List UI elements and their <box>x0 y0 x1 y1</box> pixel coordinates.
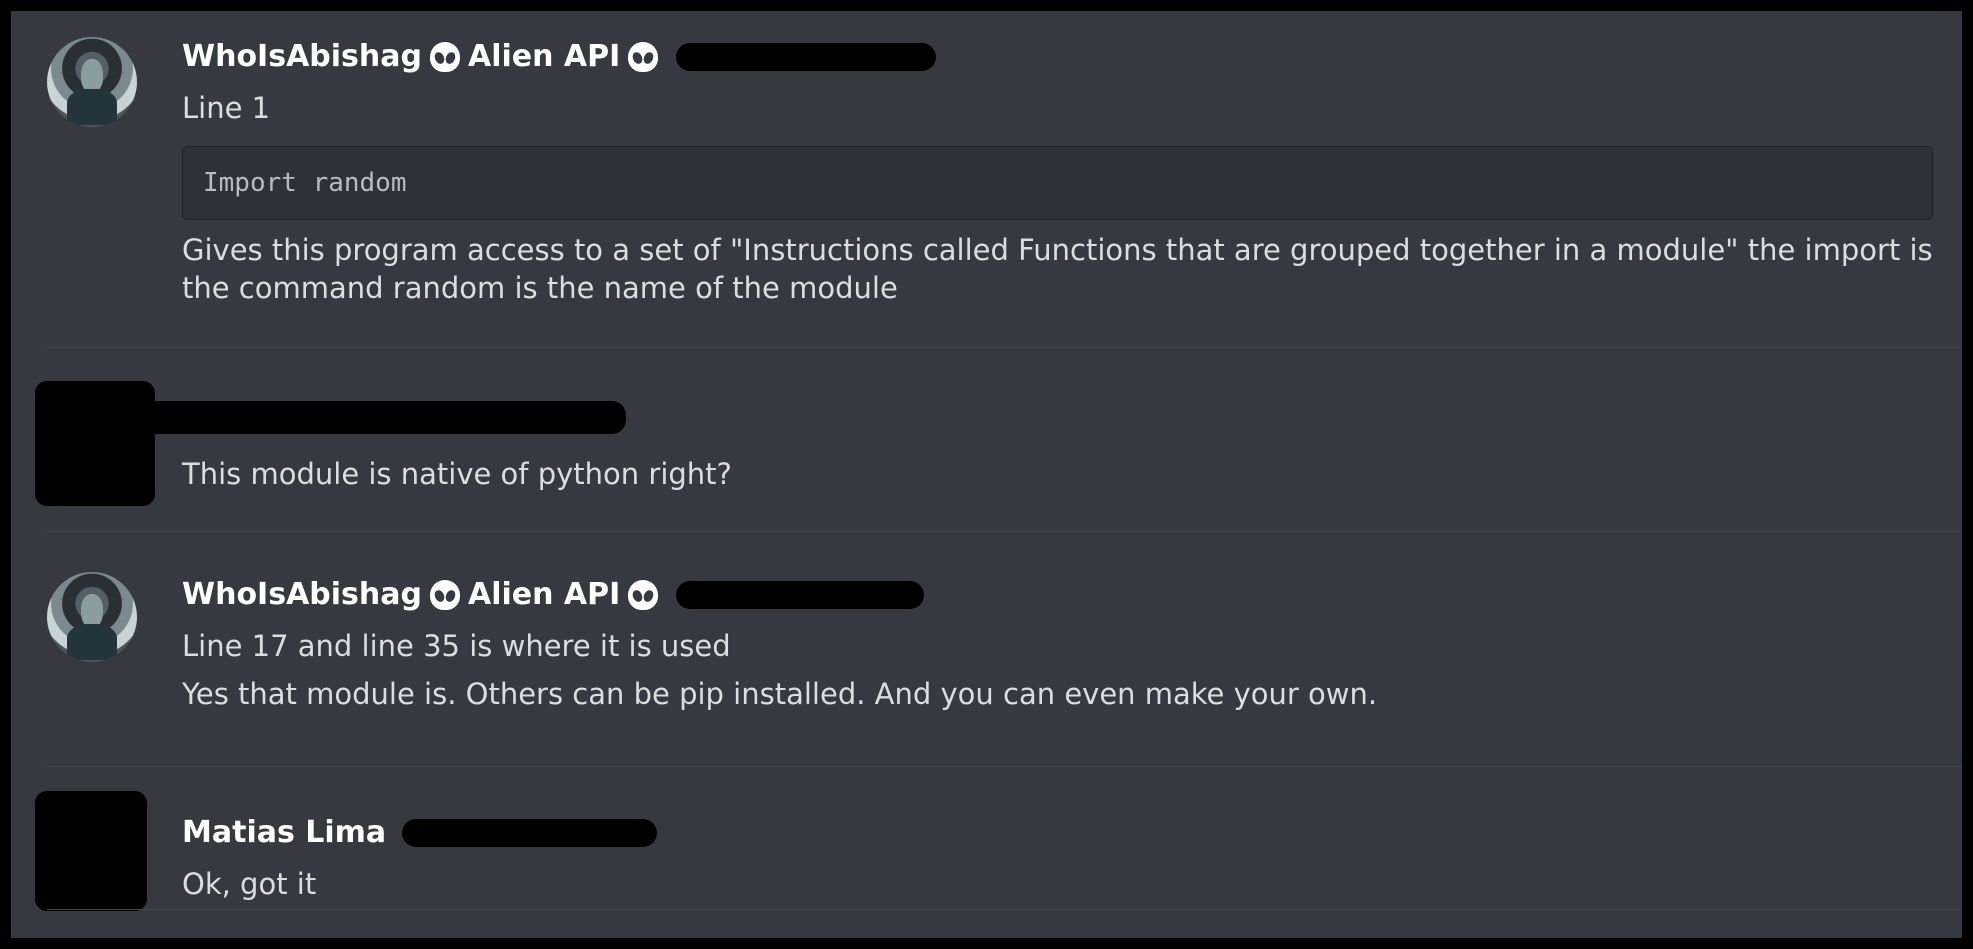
message-group: WhoIsAbishag Alien API Line 1 Import ran… <box>11 25 1962 355</box>
divider <box>47 766 1962 767</box>
redacted-timestamp <box>402 818 658 847</box>
message-header: WhoIsAbishag Alien API <box>182 577 925 612</box>
alien-icon <box>430 579 460 610</box>
redacted-timestamp <box>676 580 925 609</box>
redacted-timestamp <box>676 42 937 71</box>
message-group: WhoIsAbishag Alien API Line 17 and line … <box>11 571 1962 771</box>
divider <box>47 347 1962 348</box>
username[interactable]: WhoIsAbishag <box>182 39 422 74</box>
message-group: Matias Lima Ok, got it <box>11 791 1962 931</box>
message-text: Line 17 and line 35 is where it is used <box>182 629 731 663</box>
avatar-face <box>81 594 103 628</box>
avatar[interactable] <box>47 37 137 127</box>
alien-icon <box>430 41 460 72</box>
avatar-shoulder <box>67 89 117 125</box>
alien-icon <box>628 579 659 610</box>
role-label: Alien API <box>468 39 621 74</box>
role-label: Alien API <box>468 577 621 612</box>
divider <box>47 909 1962 910</box>
message-header: Matias Lima <box>182 815 658 850</box>
message-group: This module is native of python right? <box>11 371 1962 531</box>
username[interactable]: Matias Lima <box>182 815 386 850</box>
message-text: This module is native of python right? <box>182 457 732 491</box>
avatar[interactable] <box>35 791 147 911</box>
message-text: Line 1 <box>182 91 271 125</box>
avatar[interactable] <box>47 572 137 662</box>
code-text: Import random <box>203 168 407 198</box>
message-text: Yes that module is. Others can be pip in… <box>182 677 1378 711</box>
message-header: WhoIsAbishag Alien API <box>182 39 937 74</box>
avatar[interactable] <box>35 381 155 506</box>
alien-icon <box>628 41 659 72</box>
redacted-username <box>131 401 626 434</box>
username[interactable]: WhoIsAbishag <box>182 577 422 612</box>
code-block: Import random <box>182 146 1933 220</box>
chat-frame: WhoIsAbishag Alien API Line 1 Import ran… <box>11 11 1962 938</box>
message-text: Gives this program access to a set of "I… <box>182 233 1933 306</box>
divider <box>47 531 1962 532</box>
avatar-shoulder <box>67 624 117 660</box>
avatar-face <box>81 59 103 93</box>
message-text: Ok, got it <box>182 867 317 901</box>
